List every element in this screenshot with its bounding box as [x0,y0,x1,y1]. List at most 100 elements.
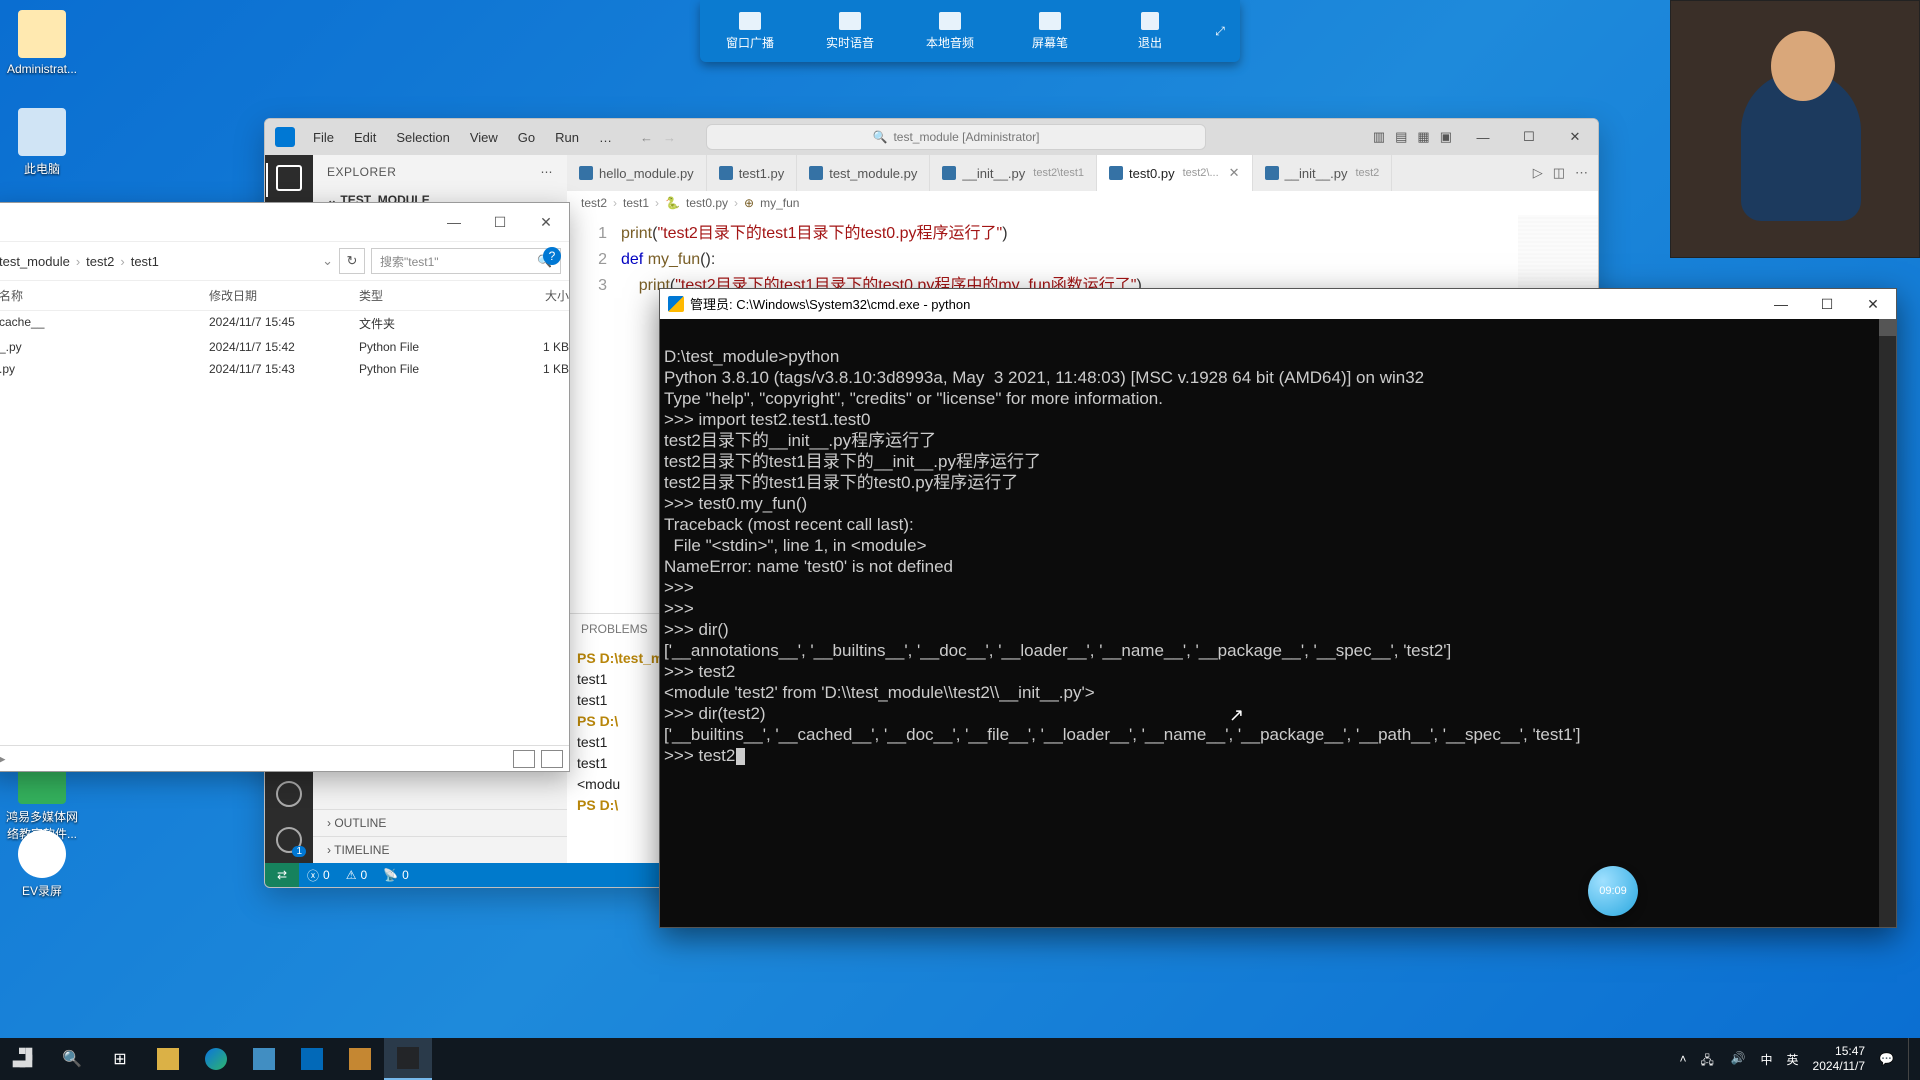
explorer-more-icon[interactable]: ⋯ [541,165,554,179]
nav-fwd-icon[interactable]: → [663,130,676,145]
ime-indicator2[interactable]: 英 [1787,1051,1799,1068]
toolbar-pen[interactable]: 屏幕笔 [1000,0,1100,62]
toolbar-voice[interactable]: 实时语音 [800,0,900,62]
layout-sidebar-icon[interactable]: ▥ [1373,129,1385,145]
nav-back-icon[interactable]: ← [640,130,653,145]
refresh-button[interactable]: ↻ [339,248,365,274]
explorer-statusbar: ▸ [0,745,569,771]
scroll-right-icon[interactable]: ▸ [0,751,6,767]
window-close-button[interactable]: ✕ [1850,289,1896,319]
editor-more-icon[interactable]: ⋯ [1575,165,1588,181]
network-icon[interactable]: 🖧 [1701,1051,1717,1067]
help-icon[interactable]: ? [543,247,561,265]
taskbar-taskview[interactable]: ⊞ [96,1038,144,1080]
explorer-search[interactable]: 搜索"test1" 🔍 [371,248,561,274]
file-row[interactable]: _.py 2024/11/7 15:42 Python File 1 KB [0,336,569,358]
mouse-cursor-icon [1229,705,1241,723]
column-headers[interactable]: 名称 修改日期 类型 大小 [0,281,569,311]
tab-test-module[interactable]: test_module.py [797,155,930,191]
tab-close-icon[interactable]: ✕ [1229,165,1240,181]
menu-selection[interactable]: Selection [388,126,457,149]
activity-account-icon[interactable] [276,781,302,807]
window-minimize-button[interactable]: — [431,214,477,230]
window-minimize-button[interactable]: — [1460,119,1506,155]
window-close-button[interactable]: ✕ [1552,119,1598,155]
window-minimize-button[interactable]: — [1758,289,1804,319]
cmd-output[interactable]: D:\test_module>python Python 3.8.10 (tag… [660,319,1896,927]
toolbar-expand[interactable]: ⤢ [1200,0,1240,62]
taskbar-clock[interactable]: 15:47 2024/11/7 [1813,1044,1866,1074]
tab-hello-module[interactable]: hello_module.py [567,155,707,191]
activity-settings-icon[interactable]: 1 [276,827,302,853]
taskbar-cmd[interactable] [384,1038,432,1080]
taskbar-search[interactable]: 🔍 [48,1038,96,1080]
taskbar-edge[interactable] [192,1038,240,1080]
status-warnings[interactable]: ⚠ 0 [338,868,375,882]
menu-more[interactable]: … [591,126,620,149]
show-desktop-button[interactable] [1908,1038,1914,1080]
volume-icon[interactable]: 🔊 [1731,1051,1747,1067]
run-icon[interactable]: ▷ [1533,165,1543,181]
menu-go[interactable]: Go [510,126,543,149]
menu-edit[interactable]: Edit [346,126,384,149]
tab-init-test2[interactable]: __init__.pytest2 [1253,155,1393,191]
webcam-overlay[interactable] [1670,0,1920,258]
layout-custom-icon[interactable]: ▣ [1440,129,1452,145]
split-editor-icon[interactable]: ◫ [1553,165,1565,181]
toolbar-broadcast[interactable]: 窗口广播 [700,0,800,62]
toolbar-audio[interactable]: 本地音频 [900,0,1000,62]
window-maximize-button[interactable]: ☐ [1506,119,1552,155]
monitor-icon [739,12,761,30]
tray-chevron-icon[interactable]: ˄ [1680,1052,1687,1066]
desktop-icon-admin[interactable]: Administrat... [6,10,78,76]
outline-section[interactable]: › OUTLINE [313,809,567,836]
file-row[interactable]: cache__ 2024/11/7 15:45 文件夹 [0,311,569,336]
explorer-empty-area[interactable] [0,380,569,745]
activity-explorer-icon[interactable] [276,165,302,191]
window-maximize-button[interactable]: ☐ [477,214,523,231]
start-button[interactable] [0,1038,48,1080]
desktop-icon-thispc[interactable]: 此电脑 [6,108,78,177]
status-ports[interactable]: 📡 0 [375,868,417,882]
address-bar[interactable]: test_module› test2› test1 ⌄ [0,253,333,269]
command-center[interactable]: 🔍 test_module [Administrator] [706,124,1206,150]
chevron-down-icon[interactable]: ⌄ [322,253,333,269]
taskbar-app2[interactable] [336,1038,384,1080]
menu-file[interactable]: File [305,126,342,149]
view-details-icon[interactable] [513,750,535,768]
desktop-icon-evrecorder[interactable]: EV录屏 [6,830,78,899]
mic-icon [839,12,861,30]
recording-timer-badge[interactable]: 09:09 [1588,866,1638,916]
webcam-head [1771,31,1835,101]
tab-init-test1[interactable]: __init__.pytest2\test1 [930,155,1097,191]
camera-icon [939,12,961,30]
toolbar-exit[interactable]: 退出 [1100,0,1200,62]
status-errors[interactable]: ⓧ 0 [299,867,338,884]
notifications-icon[interactable]: 💬 [1879,1052,1894,1066]
settings-badge: 1 [292,846,306,857]
menu-run[interactable]: Run [547,126,587,149]
admin-shield-icon [668,296,684,312]
layout-panel-icon[interactable]: ▤ [1395,129,1407,145]
layout-secondary-icon[interactable]: ▦ [1417,129,1429,145]
panel-tab-problems[interactable]: PROBLEMS [581,622,648,636]
cmd-titlebar[interactable]: 管理员: C:\Windows\System32\cmd.exe - pytho… [660,289,1896,319]
tab-test1[interactable]: test1.py [707,155,798,191]
window-maximize-button[interactable]: ☐ [1804,289,1850,319]
cmd-scrollbar[interactable] [1879,319,1896,927]
window-close-button[interactable]: ✕ [523,214,569,231]
taskbar-explorer[interactable] [144,1038,192,1080]
view-large-icon[interactable] [541,750,563,768]
vscode-titlebar[interactable]: File Edit Selection View Go Run … ← → 🔍 … [265,119,1598,155]
menu-view[interactable]: View [462,126,506,149]
ime-indicator[interactable]: 中 [1761,1051,1773,1068]
breadcrumb[interactable]: test2› test1› 🐍test0.py› ⊕my_fun [567,191,1598,215]
taskbar-app1[interactable] [240,1038,288,1080]
timeline-section[interactable]: › TIMELINE [313,836,567,863]
file-row[interactable]: .py 2024/11/7 15:43 Python File 1 KB [0,358,569,380]
tab-test0[interactable]: test0.pytest2\...✕ [1097,155,1253,191]
remote-indicator[interactable]: ⇄ [265,863,299,887]
taskbar-vscode[interactable] [288,1038,336,1080]
user-folder-icon [18,10,66,58]
explorer-titlebar[interactable]: — ☐ ✕ [0,203,569,241]
